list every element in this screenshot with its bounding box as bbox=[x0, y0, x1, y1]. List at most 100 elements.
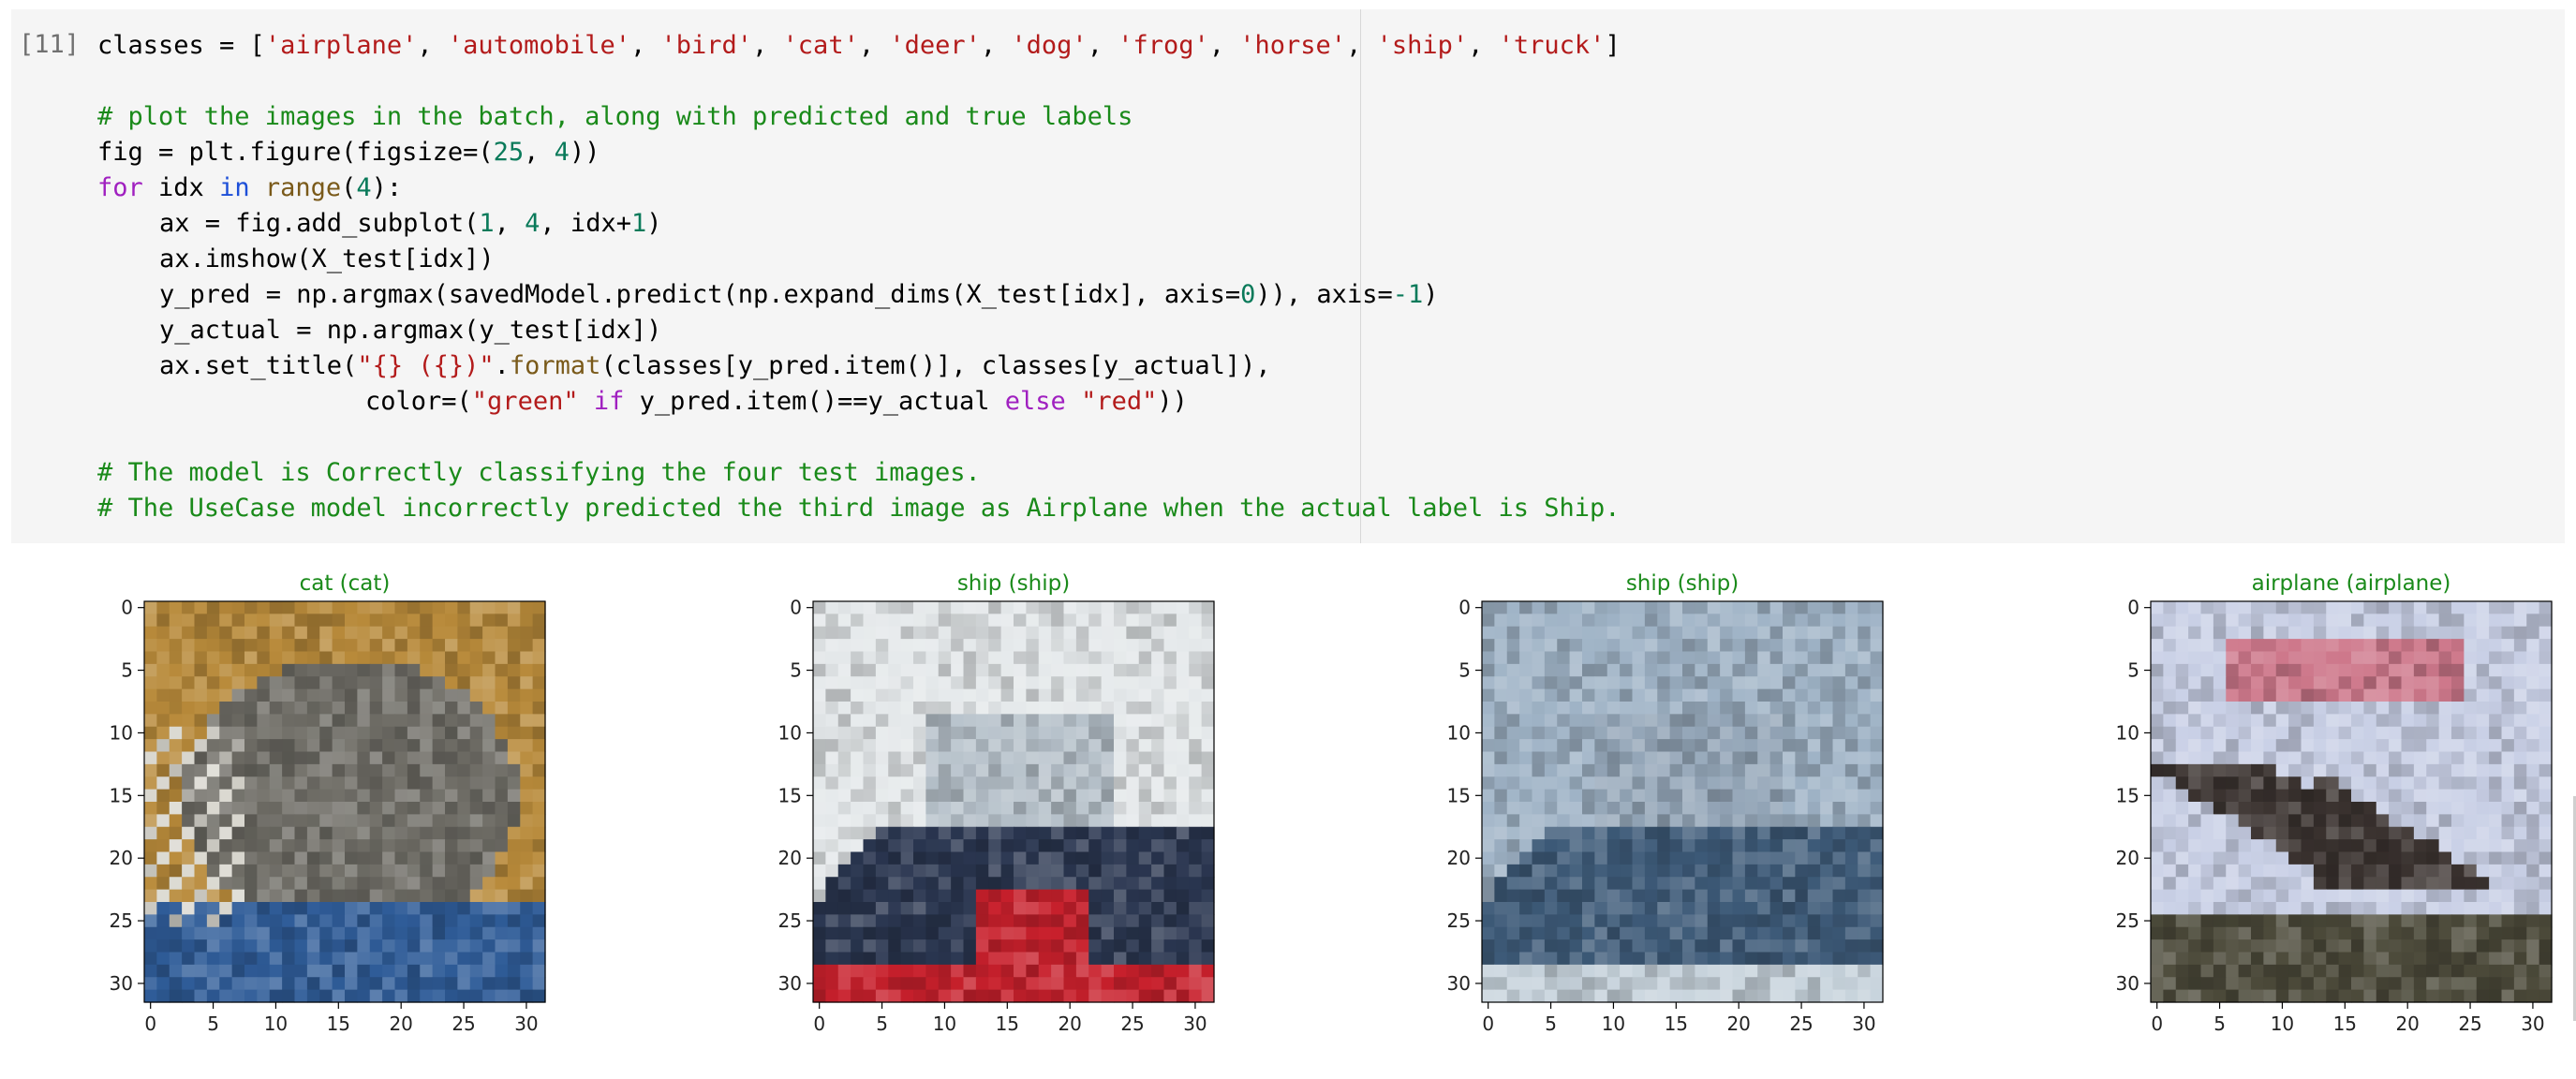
image-pixel bbox=[432, 914, 446, 928]
code-token: )) bbox=[1157, 387, 1188, 416]
image-pixel bbox=[1720, 613, 1734, 628]
image-pixel bbox=[1026, 826, 1040, 840]
image-pixel bbox=[219, 839, 233, 853]
image-pixel bbox=[2351, 739, 2364, 753]
image-pixel bbox=[1038, 639, 1052, 653]
image-pixel bbox=[2188, 989, 2202, 1003]
image-pixel bbox=[2426, 639, 2440, 653]
image-pixel bbox=[1557, 702, 1571, 715]
image-pixel bbox=[2351, 926, 2364, 940]
image-pixel bbox=[2438, 889, 2452, 903]
x-tick-label: 30 bbox=[1852, 1012, 1875, 1035]
image-pixel bbox=[182, 763, 196, 777]
image-pixel bbox=[1176, 789, 1190, 803]
image-pixel bbox=[863, 789, 877, 803]
image-pixel bbox=[2464, 739, 2478, 753]
image-pixel bbox=[169, 977, 183, 991]
image-pixel bbox=[319, 651, 333, 665]
image-pixel bbox=[951, 676, 965, 690]
image-pixel bbox=[319, 839, 333, 853]
image-pixel bbox=[520, 914, 534, 928]
image-pixel bbox=[2151, 676, 2164, 690]
image-pixel bbox=[1657, 601, 1671, 614]
image-pixel bbox=[2263, 726, 2277, 740]
image-pixel bbox=[231, 939, 245, 953]
image-pixel bbox=[900, 702, 914, 715]
image-pixel bbox=[1176, 651, 1190, 665]
image-pixel bbox=[2175, 914, 2189, 928]
image-pixel bbox=[2188, 939, 2202, 953]
image-pixel bbox=[269, 889, 283, 903]
image-pixel bbox=[1858, 676, 1872, 690]
image-pixel bbox=[1783, 902, 1796, 915]
image-pixel bbox=[369, 977, 383, 991]
image-pixel bbox=[2526, 926, 2540, 940]
image-pixel bbox=[813, 601, 826, 614]
image-pixel bbox=[244, 676, 258, 690]
image-pixel bbox=[863, 676, 877, 690]
image-pixel bbox=[257, 726, 271, 740]
image-pixel bbox=[837, 763, 851, 777]
image-pixel bbox=[332, 826, 346, 840]
image-pixel bbox=[2275, 688, 2289, 702]
image-pixel bbox=[2213, 926, 2227, 940]
image-pixel bbox=[2163, 626, 2177, 640]
image-pixel bbox=[913, 776, 926, 791]
code-cell[interactable]: [11] classes = ['airplane', 'automobile'… bbox=[11, 9, 2565, 543]
image-pixel bbox=[1494, 864, 1508, 878]
image-pixel bbox=[1026, 726, 1040, 740]
image-pixel bbox=[1026, 688, 1040, 702]
image-pixel bbox=[369, 663, 383, 677]
image-pixel bbox=[1075, 789, 1089, 803]
image-pixel bbox=[975, 726, 989, 740]
image-pixel bbox=[2200, 688, 2214, 702]
image-pixel bbox=[1744, 839, 1758, 853]
image-pixel bbox=[1519, 651, 1533, 665]
image-pixel bbox=[2163, 726, 2177, 740]
image-pixel bbox=[382, 839, 396, 853]
image-pixel bbox=[2301, 751, 2315, 765]
image-pixel bbox=[257, 776, 271, 791]
image-pixel bbox=[2363, 639, 2377, 653]
image-pixel bbox=[2301, 763, 2315, 777]
image-pixel bbox=[2338, 902, 2352, 915]
image-pixel bbox=[1063, 739, 1077, 753]
image-pixel bbox=[432, 789, 446, 803]
image-pixel bbox=[2188, 851, 2202, 865]
image-pixel bbox=[345, 926, 358, 940]
image-pixel bbox=[1088, 763, 1103, 777]
image-pixel bbox=[951, 864, 965, 878]
image-pixel bbox=[1519, 851, 1533, 865]
image-pixel bbox=[2188, 601, 2202, 614]
image-pixel bbox=[306, 851, 320, 865]
image-pixel bbox=[951, 776, 965, 791]
image-pixel bbox=[2476, 626, 2490, 640]
image-pixel bbox=[269, 802, 283, 815]
image-pixel bbox=[2251, 651, 2264, 665]
image-pixel bbox=[1051, 851, 1065, 865]
image-pixel bbox=[2501, 826, 2515, 840]
image-pixel bbox=[2238, 714, 2252, 728]
image-pixel bbox=[1075, 939, 1089, 953]
image-pixel bbox=[156, 952, 170, 966]
image-pixel bbox=[1557, 601, 1571, 614]
code-token: # plot the images in the batch, along wi… bbox=[97, 102, 1133, 131]
code-editor[interactable]: classes = ['airplane', 'automobile', 'bi… bbox=[97, 28, 1621, 526]
image-pixel bbox=[2326, 814, 2340, 828]
image-pixel bbox=[1494, 726, 1508, 740]
image-pixel bbox=[482, 651, 496, 665]
image-pixel bbox=[925, 952, 940, 966]
image-pixel bbox=[482, 676, 496, 690]
image-pixel bbox=[432, 702, 446, 715]
image-pixel bbox=[257, 989, 271, 1003]
image-pixel bbox=[357, 826, 371, 840]
image-pixel bbox=[1201, 902, 1215, 915]
image-pixel bbox=[925, 802, 940, 815]
image-pixel bbox=[2351, 964, 2364, 978]
image-pixel bbox=[1544, 826, 1558, 840]
image-pixel bbox=[2238, 776, 2252, 791]
image-pixel bbox=[2363, 802, 2377, 815]
image-pixel bbox=[206, 814, 220, 828]
image-pixel bbox=[1707, 914, 1721, 928]
image-pixel bbox=[244, 864, 258, 878]
